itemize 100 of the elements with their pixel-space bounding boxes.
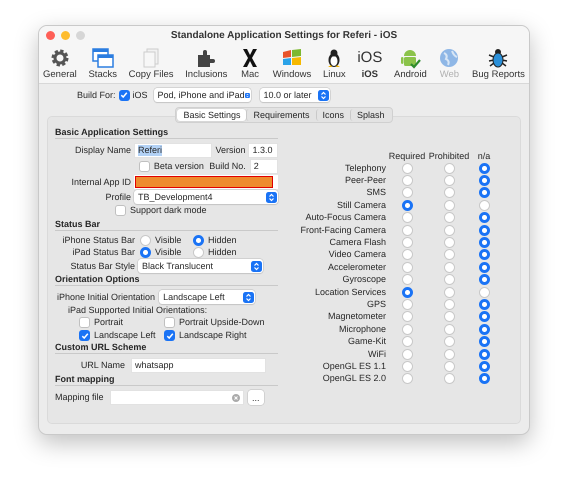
checkbox[interactable] — [164, 317, 175, 328]
version-select[interactable]: 10.0 or later — [260, 88, 330, 102]
section-heading: Font mapping — [55, 374, 114, 384]
orientation-select[interactable]: Landscape Left — [159, 290, 256, 304]
radio-button[interactable] — [444, 274, 454, 286]
section-heading: Orientation Options — [55, 274, 140, 284]
radio-button[interactable] — [402, 274, 412, 286]
toolbar-button[interactable]: Windows — [272, 45, 312, 81]
toolbar-button[interactable]: Linux — [322, 45, 347, 81]
radio-button[interactable] — [444, 324, 454, 335]
radio-button[interactable] — [444, 162, 454, 174]
radio-button[interactable] — [478, 249, 490, 260]
radio-button[interactable] — [402, 311, 412, 322]
radio-button[interactable] — [478, 187, 490, 198]
radio-button[interactable] — [444, 360, 454, 372]
toolbar-button[interactable]: Mac — [238, 45, 262, 81]
radio-button[interactable] — [444, 237, 454, 248]
tab[interactable]: Splash — [350, 109, 391, 121]
tab[interactable]: Basic Settings — [177, 109, 246, 121]
radio-button[interactable] — [444, 262, 454, 273]
display-name-field[interactable]: Referi — [134, 143, 212, 158]
radio-button[interactable] — [402, 212, 412, 224]
radio-button[interactable] — [444, 348, 454, 360]
toolbar-button[interactable]: Android — [392, 45, 428, 81]
version-field[interactable]: 1.3.0 — [248, 143, 278, 158]
toolbar-button[interactable]: General — [42, 45, 78, 81]
build-number-field[interactable]: 2 — [250, 159, 278, 174]
minimize-button[interactable] — [61, 31, 70, 40]
radio-button[interactable] — [444, 298, 454, 310]
toolbar-button[interactable]: Bug Reports — [471, 45, 526, 81]
radio-button[interactable] — [478, 348, 490, 360]
checkbox[interactable] — [115, 205, 126, 216]
radio-button[interactable] — [444, 249, 454, 260]
checkbox[interactable] — [164, 330, 175, 341]
radio-button[interactable] — [402, 298, 412, 310]
radio-button[interactable] — [193, 235, 204, 246]
radio-button[interactable] — [444, 336, 454, 348]
radio-button[interactable] — [402, 249, 412, 260]
radio-button[interactable] — [402, 286, 412, 298]
radio-button[interactable] — [444, 311, 454, 322]
status-bar-style-select[interactable]: Black Translucent — [138, 259, 263, 273]
radio-button[interactable] — [140, 247, 151, 258]
toolbar-button[interactable]: Stacks — [87, 45, 118, 81]
app-id-field[interactable] — [134, 175, 278, 189]
zoom-button[interactable] — [76, 31, 85, 40]
radio-button[interactable] — [140, 235, 151, 246]
radio-button[interactable] — [402, 373, 412, 384]
radio-button[interactable] — [478, 237, 490, 248]
radio-button[interactable] — [444, 200, 454, 211]
toolbar-button[interactable]: Inclusions — [184, 45, 228, 81]
checkbox[interactable] — [79, 330, 90, 341]
radio-button[interactable] — [402, 360, 412, 372]
field-label: Game-Kit — [348, 336, 386, 348]
url-name-field[interactable]: whatsapp — [131, 358, 266, 373]
radio-button[interactable] — [402, 200, 412, 211]
radio-button[interactable] — [402, 336, 412, 348]
radio-button[interactable] — [478, 311, 490, 322]
radio-button[interactable] — [402, 224, 412, 236]
radio-button[interactable] — [478, 262, 490, 273]
radio-button[interactable] — [478, 224, 490, 236]
profile-select[interactable]: TB_Development4 — [134, 190, 278, 204]
radio-button[interactable] — [478, 360, 490, 372]
radio-button[interactable] — [478, 200, 490, 211]
radio-button[interactable] — [444, 175, 454, 186]
radio-button[interactable] — [478, 286, 490, 298]
clear-icon[interactable] — [232, 394, 240, 402]
radio-button[interactable] — [444, 286, 454, 298]
radio-button[interactable] — [402, 175, 412, 186]
tab[interactable]: Requirements — [246, 109, 316, 121]
radio-button[interactable] — [444, 212, 454, 224]
radio-button[interactable] — [478, 274, 490, 286]
radio-button[interactable] — [402, 187, 412, 198]
toolbar-button[interactable]: iOS iOS — [356, 45, 384, 81]
radio-button[interactable] — [402, 162, 412, 174]
radio-button[interactable] — [402, 348, 412, 360]
radio-button[interactable] — [478, 162, 490, 174]
stepper-icon — [251, 260, 262, 272]
radio-button[interactable] — [193, 247, 204, 258]
checkbox[interactable] — [79, 317, 90, 328]
radio-button[interactable] — [478, 212, 490, 224]
radio-button[interactable] — [444, 373, 454, 384]
mapping-file-field[interactable] — [110, 390, 244, 405]
radio-button[interactable] — [444, 187, 454, 198]
radio-button[interactable] — [402, 237, 412, 248]
radio-button[interactable] — [478, 298, 490, 310]
radio-button[interactable] — [478, 324, 490, 335]
radio-button[interactable] — [478, 373, 490, 384]
radio-button[interactable] — [444, 224, 454, 236]
tab[interactable]: Icons — [316, 109, 350, 121]
radio-button[interactable] — [402, 262, 412, 273]
radio-button[interactable] — [402, 324, 412, 335]
radio-button[interactable] — [478, 336, 490, 348]
checkbox[interactable] — [138, 161, 150, 172]
toolbar-button[interactable]: Copy Files — [128, 45, 175, 81]
browse-button[interactable]: ... — [248, 390, 264, 405]
device-select[interactable]: Pod, iPhone and iPad — [154, 88, 251, 102]
close-button[interactable] — [46, 31, 55, 40]
field-label: iPad Status Bar — [72, 247, 135, 258]
radio-button[interactable] — [478, 175, 490, 186]
checkbox[interactable] — [118, 90, 130, 100]
